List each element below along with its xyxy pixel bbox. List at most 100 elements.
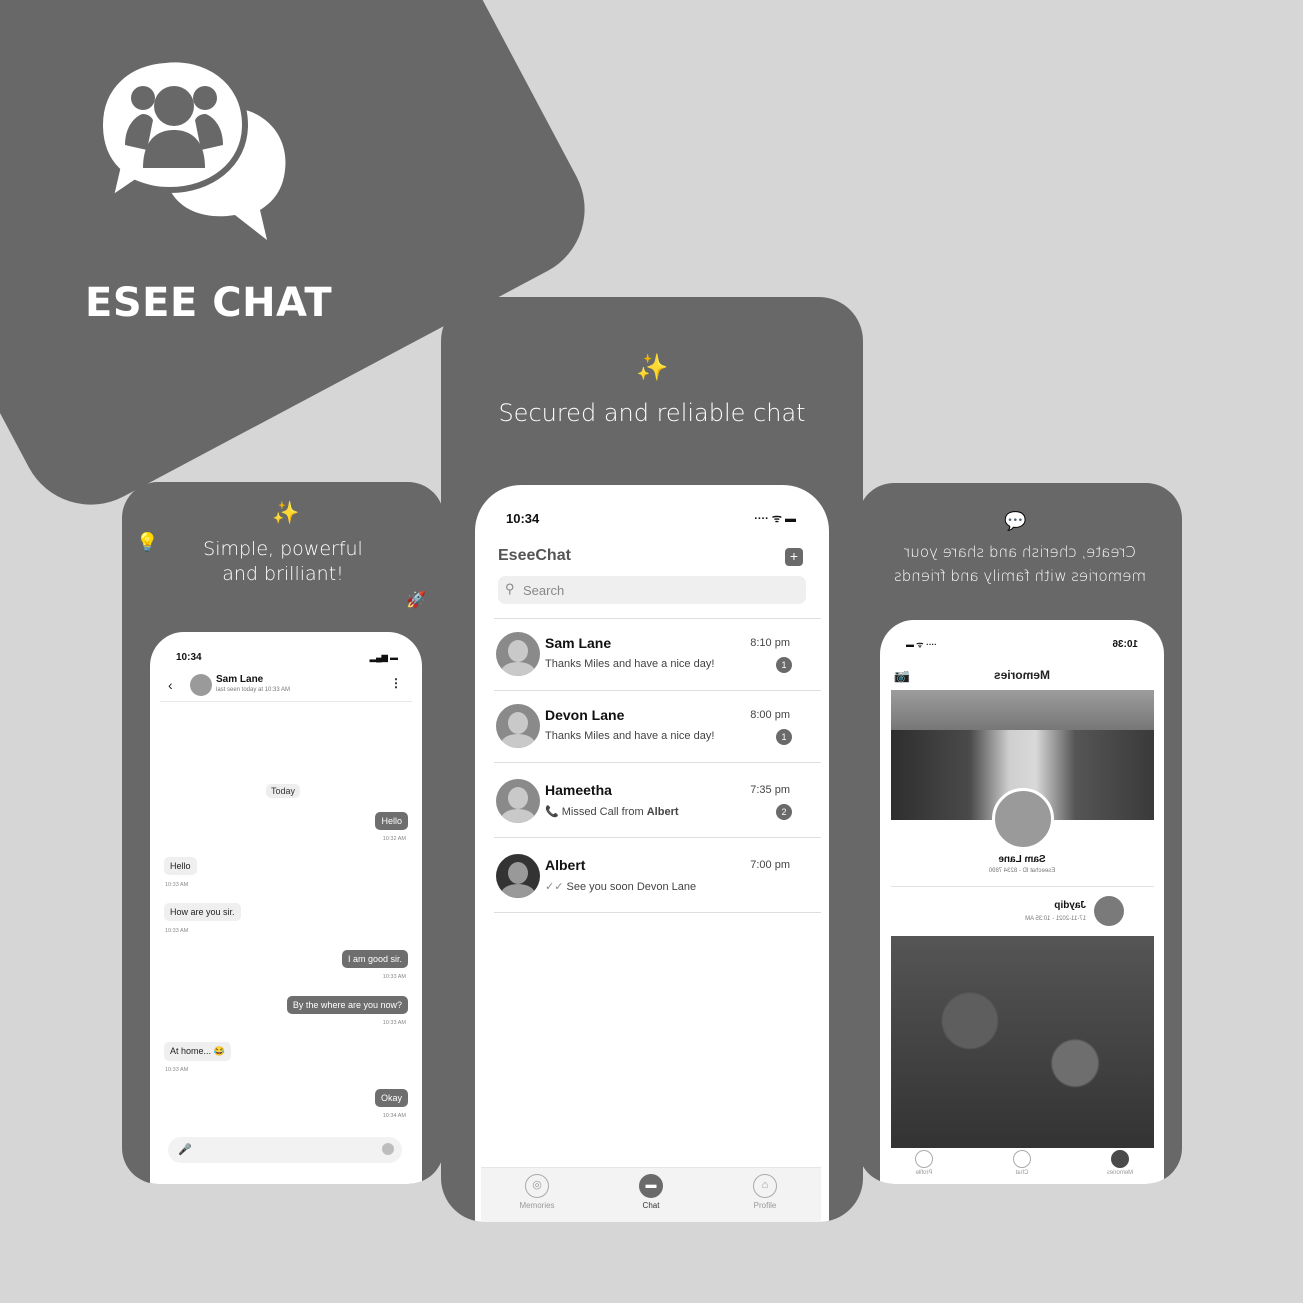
post-author-name: Jaydip [1054, 900, 1086, 911]
bottom-tab-bar: ◎ Memories ▬ Chat ⌂ Profile [481, 1167, 821, 1222]
tab-memories[interactable]: Memories [1100, 1150, 1140, 1176]
double-check-icon: ✓✓ [545, 881, 564, 893]
date-divider: Today [266, 784, 301, 798]
camera-icon[interactable]: 📷 [894, 668, 910, 684]
message-time: 10:33 AM [165, 1067, 189, 1073]
chat-time: 7:00 pm [750, 859, 790, 871]
message-time: 10:32 AM [382, 836, 406, 842]
message-time: 10:34 AM [382, 1113, 406, 1119]
post-photo[interactable] [891, 936, 1154, 1148]
brand-name: ESEE CHAT [85, 280, 333, 326]
chat-list-item[interactable]: Albert ✓✓ See you soon Devon Lane 7:00 p… [494, 841, 821, 913]
chat-list-item[interactable]: Devon Lane Thanks Miles and have a nice … [494, 691, 821, 763]
more-options-icon[interactable]: ⋮ [390, 676, 402, 690]
contact-name[interactable]: Sam Lane [216, 674, 263, 685]
tab-label: Memories [1106, 1170, 1134, 1176]
caption-line-1: Simple, powerful [203, 538, 363, 560]
unread-badge: 1 [776, 657, 792, 673]
microphone-icon[interactable]: 🎤 [178, 1143, 192, 1156]
missed-call-caller: Albert [646, 806, 679, 818]
unread-badge: 2 [776, 804, 792, 820]
chat-preview-text: See you soon Devon Lane [566, 881, 697, 893]
message-bubble-incoming[interactable]: At home... 😂 [164, 1042, 231, 1061]
tab-chat[interactable]: Chat [1002, 1150, 1042, 1176]
tab-label: Chat [642, 1201, 660, 1210]
chat-preview: Thanks Miles and have a nice day! [545, 658, 715, 670]
caption: Secured and reliable chat [498, 399, 806, 427]
bottom-tab-bar: Memories Chat Profile [891, 1148, 1154, 1184]
tab-memories[interactable]: ◎ Memories [507, 1174, 567, 1210]
laughing-emoji-icon: 😂 [213, 1046, 225, 1056]
tab-label: Profile [753, 1201, 777, 1210]
memories-icon [1111, 1150, 1129, 1168]
profile-icon: ⌂ [753, 1174, 777, 1198]
chat-name: Hameetha [545, 782, 612, 798]
search-placeholder: Search [523, 583, 565, 598]
message-bubble-outgoing[interactable]: Okay [374, 1089, 408, 1107]
missed-call-text: Missed Call from [561, 806, 647, 818]
new-chat-button[interactable]: + [785, 548, 803, 566]
message-text: At home... [170, 1046, 212, 1056]
contact-avatar[interactable] [190, 674, 212, 696]
status-bar: 10:34 ···· ᯤ ▬ [506, 511, 796, 526]
phone-icon: 📞 [545, 806, 559, 818]
chat-name: Sam Lane [545, 635, 612, 651]
chat-header: ‹ Sam Lane last seen today at 10:33 AM ⋮ [160, 674, 412, 702]
sparkles-icon: ✨ [636, 352, 669, 382]
tab-chat[interactable]: ▬ Chat [621, 1174, 681, 1210]
message-time: 10:33 AM [165, 882, 189, 888]
profile-icon [915, 1150, 933, 1168]
profile-name: Sam Lane [998, 854, 1046, 865]
tab-profile[interactable]: ⌂ Profile [735, 1174, 795, 1210]
chat-name: Albert [545, 857, 586, 873]
search-icon: ⚲ [505, 581, 515, 596]
status-bar: 10:34 ▂▄▆ ▬ [176, 652, 398, 663]
emoji-icon[interactable] [382, 1143, 394, 1155]
message-time: 10:33 AM [382, 974, 406, 980]
chat-preview: 📞 Missed Call from Albert [545, 805, 679, 818]
post-author-avatar[interactable] [1094, 896, 1124, 926]
tab-label: Chat [1015, 1170, 1029, 1176]
chat-time: 8:10 pm [750, 637, 790, 649]
promo-card-left: ✨ 💡 🚀 Simple, powerful and brilliant! 10… [122, 482, 444, 1184]
tab-profile[interactable]: Profile [904, 1150, 944, 1176]
message-bubble-outgoing[interactable]: I am good sir. [341, 950, 408, 968]
divider [891, 886, 1154, 887]
tab-label: Memories [519, 1201, 555, 1210]
post-date: 17-11-2021 - 10:35 AM [1025, 916, 1086, 922]
avatar [496, 779, 540, 823]
caption-line-2: memories with family and friends [893, 567, 1147, 585]
message-bubble-incoming[interactable]: Hello [164, 857, 197, 875]
status-bar: 10:36 ···· ᯤ ▬ [906, 639, 1138, 650]
message-bubble-incoming[interactable]: How are you sir. [164, 903, 241, 921]
status-time: 10:34 [176, 652, 202, 663]
back-arrow-icon[interactable]: ‹ [168, 677, 173, 693]
chat-bubble-icon [1013, 1150, 1031, 1168]
message-time: 10:33 AM [382, 1020, 406, 1026]
phone-memories: 10:36 ···· ᯤ ▬ Memories 📷 Sam Lane Eseec… [880, 620, 1164, 1184]
chat-preview: Thanks Miles and have a nice day! [545, 730, 715, 742]
status-time: 10:36 [1112, 639, 1138, 650]
message-bubble-outgoing[interactable]: By the where are you now? [286, 996, 408, 1014]
chat-preview: ✓✓ See you soon Devon Lane [545, 880, 696, 893]
chat-time: 7:35 pm [750, 784, 790, 796]
message-time: 10:33 AM [165, 928, 189, 934]
avatar [496, 854, 540, 898]
app-title: EseeChat [498, 547, 571, 564]
promo-card-center: ✨ Secured and reliable chat 10:34 ···· ᯤ… [441, 297, 863, 1222]
signal-wifi-battery-icon: ···· ᯤ ▬ [906, 640, 937, 649]
message-input[interactable]: 🎤 [168, 1137, 402, 1163]
profile-avatar[interactable] [992, 788, 1054, 850]
avatar [496, 704, 540, 748]
chat-bubble-icon: ▬ [639, 1174, 663, 1198]
phone-chat-list: 10:34 ···· ᯤ ▬ EseeChat + ⚲ Search Sam L… [475, 485, 829, 1222]
contact-last-seen: last seen today at 10:33 AM [216, 687, 291, 693]
sparkles-icon: ✨ [272, 500, 300, 525]
chat-list-item[interactable]: Hameetha 📞 Missed Call from Albert 7:35 … [494, 766, 821, 838]
chat-list-item[interactable]: Sam Lane Thanks Miles and have a nice da… [494, 619, 821, 691]
message-bubble-outgoing[interactable]: Hello [375, 812, 408, 830]
chat-time: 8:00 pm [750, 709, 790, 721]
chat-group-logo-icon [96, 56, 286, 240]
page-title: Memories [993, 668, 1051, 682]
search-input[interactable]: ⚲ Search [498, 576, 806, 604]
